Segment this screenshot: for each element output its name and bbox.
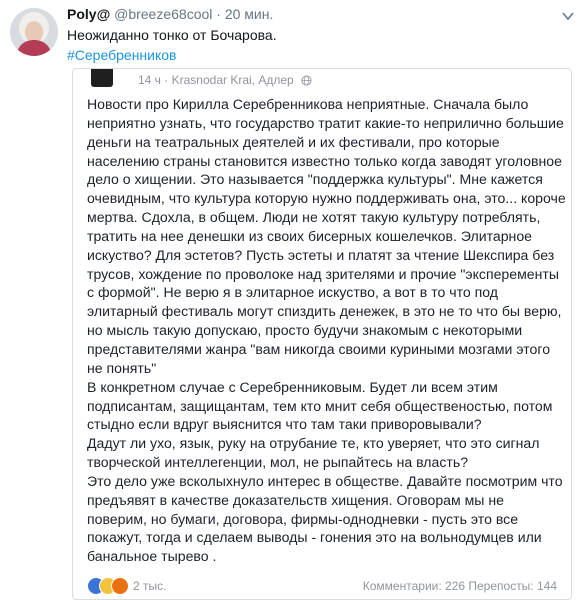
fb-post-footer: 2 тыс. Комментарии: 226 Перепосты: 144 (87, 574, 563, 596)
post-line: с формой". Не верю я в элитарное искуств… (87, 284, 499, 301)
post-line: тратить на нее денешки из своих бисерных… (87, 227, 533, 244)
separator-dot: · (216, 6, 221, 22)
caret-down-icon[interactable] (562, 11, 574, 21)
post-line: подписантам, защищантам, тем кто мнит се… (87, 397, 553, 414)
post-line: элитарный фестиваль могут спиздить денеж… (87, 303, 562, 320)
post-line: деньги на театральных деятелей и их фест… (87, 133, 500, 150)
fb-post-body: Новости про Кирилла Серебренникова непри… (87, 95, 566, 566)
fb-post-time: 14 ч (138, 73, 161, 87)
fb-post-meta: 14 ч · Krasnodar Krai, Адлер (138, 73, 312, 87)
post-line: стыдно если вдруг выяснится что там таки… (87, 416, 482, 433)
post-line: трусов, хождение по проволоке над зрител… (87, 265, 560, 282)
user-handle[interactable]: @breeze68cool (114, 6, 212, 22)
post-line: дело о хищении. Это называется "поддержк… (87, 171, 543, 188)
post-line: представителями жанра "вам никогда своим… (87, 340, 551, 357)
display-name[interactable]: Poly@ (67, 6, 110, 22)
fb-post-location: Krasnodar Krai, Адлер (171, 73, 294, 87)
post-line: искуство? Для эстетов? Пусть эстеты и пл… (87, 246, 555, 263)
post-line: поверим, но бумаги, договора, фирмы-одно… (87, 510, 519, 527)
tweet-time[interactable]: 20 мин. (225, 6, 274, 22)
fb-meta-separator: · (164, 73, 169, 87)
post-line: неприятно узнать, что государство тратит… (87, 114, 564, 131)
post-line: не понять" (87, 359, 157, 376)
post-line: покажут, тогда и сделаем выводы - гонени… (87, 529, 542, 546)
avatar-image (10, 8, 58, 56)
angry-reaction-icon (111, 577, 129, 595)
hashtag-link[interactable]: #Серебренников (67, 45, 176, 65)
post-line: населению страны становится известно тол… (87, 152, 562, 169)
post-line: Дадут ли ухо, язык, руку на отрубание те… (87, 435, 540, 452)
tweet-text: Неожиданно тонко от Бочарова. (67, 27, 277, 43)
post-line: В конкретном случае с Серебренниковым. Б… (87, 378, 498, 395)
post-line: предъявят в качестве доказательств хищен… (87, 491, 504, 508)
avatar[interactable] (10, 8, 58, 56)
post-line: Новости про Кирилла Серебренникова непри… (87, 96, 529, 112)
fb-author-avatar (91, 69, 113, 87)
post-stats: Комментарии: 226 Перепосты: 144 (362, 579, 557, 593)
post-line: Это дело уже всколыхнуло интерес в общес… (87, 472, 563, 489)
post-line: очевидным, что культура которую нужно по… (87, 190, 566, 207)
post-line: но мысль такую допускаю, просто будучи з… (87, 322, 523, 339)
reactions-count: 2 тыс. (133, 579, 167, 593)
post-line: творческой интеллегенции, мол, не рыпайт… (87, 454, 469, 471)
globe-icon (301, 75, 312, 86)
tweet-header: Poly@ @breeze68cool · 20 мин. (67, 5, 273, 23)
post-line: банальное тырево . (87, 548, 217, 565)
embedded-post-image[interactable]: 14 ч · Krasnodar Krai, Адлер Новости про… (72, 68, 572, 600)
post-line: мертва. Сдохла, в общем. Люди не хотят т… (87, 209, 541, 226)
